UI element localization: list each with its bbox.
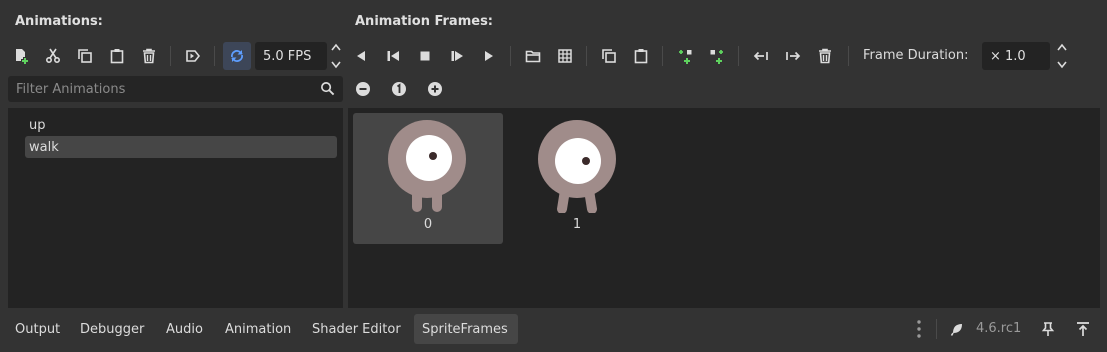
spriteframes-editor: Animations: Animation Frames: 5.0 FPS Fr…: [0, 0, 1107, 352]
chevron-down-icon[interactable]: [330, 60, 342, 70]
sprite-frame-0-thumbnail: [388, 120, 466, 212]
chevron-up-icon[interactable]: [330, 42, 342, 52]
autoplay-icon: [186, 50, 201, 62]
new-animation-button[interactable]: [8, 43, 34, 69]
tab-debugger[interactable]: Debugger: [72, 314, 152, 344]
zoom-in-button[interactable]: [422, 76, 448, 102]
delete-animation-button[interactable]: [136, 43, 162, 69]
zoom-reset-icon: [392, 82, 406, 96]
toolbar-separator: [510, 46, 511, 66]
play-from-current-icon: [451, 51, 463, 61]
paste-icon: [110, 49, 124, 64]
add-frame-from-file-button[interactable]: [520, 43, 546, 69]
play-backwards-from-end-button[interactable]: [348, 43, 374, 69]
copy-button[interactable]: [72, 43, 98, 69]
move-frame-right-button[interactable]: [780, 43, 806, 69]
frame-number-0: 0: [423, 217, 433, 232]
loop-toggle-button[interactable]: [223, 42, 251, 70]
play-icon: [485, 51, 493, 61]
trash-icon: [819, 48, 831, 64]
zoom-in-icon: [428, 82, 442, 96]
search-icon: [321, 82, 335, 96]
animations-heading: Animations:: [15, 14, 103, 29]
frame-item-1[interactable]: 1: [502, 113, 652, 244]
list-item-up[interactable]: up: [25, 114, 337, 136]
fps-spinner-arrows[interactable]: [329, 42, 343, 70]
frame-duration-field[interactable]: × 1.0: [982, 42, 1050, 70]
new-animation-icon: [16, 49, 28, 64]
arrow-right-icon: [786, 51, 801, 61]
toolbar-separator: [170, 46, 171, 66]
scissors-icon: [45, 48, 61, 64]
paste-frame-button[interactable]: [628, 43, 654, 69]
frame-item-0[interactable]: 0: [353, 113, 503, 244]
tab-audio[interactable]: Audio: [158, 314, 211, 344]
tab-animation[interactable]: Animation: [217, 314, 299, 344]
animation-list: up walk: [8, 108, 343, 308]
tab-spriteframes[interactable]: SpriteFrames: [414, 314, 518, 344]
play-button[interactable]: [476, 43, 502, 69]
toolbar-separator: [586, 46, 587, 66]
zoom-out-button[interactable]: [350, 76, 376, 102]
copy-icon: [602, 49, 616, 63]
add-from-sprite-sheet-button[interactable]: [552, 43, 578, 69]
bottom-panel-tabs: Output Debugger Audio Animation Shader E…: [0, 310, 1107, 352]
insert-empty-before-button[interactable]: [672, 43, 698, 69]
toolbar-separator: [848, 46, 849, 66]
copy-frame-button[interactable]: [596, 43, 622, 69]
frame-duration-label: Frame Duration:: [863, 48, 969, 63]
frame-number-1: 1: [572, 217, 582, 232]
expand-panel-icon[interactable]: [1075, 321, 1091, 337]
pin-icon[interactable]: [1040, 321, 1056, 337]
tab-shader-editor[interactable]: Shader Editor: [304, 314, 409, 344]
folder-icon: [525, 50, 541, 63]
chevron-down-icon[interactable]: [1056, 60, 1068, 70]
grid-icon: [558, 49, 572, 63]
fps-field[interactable]: 5.0 FPS: [255, 42, 327, 70]
filter-animations-input[interactable]: [16, 81, 306, 97]
chevron-up-icon[interactable]: [1056, 42, 1068, 52]
animation-frames-heading: Animation Frames:: [355, 14, 494, 29]
zoom-out-icon: [356, 82, 370, 96]
zoom-reset-button[interactable]: [386, 76, 412, 102]
toolbar-separator: [214, 46, 215, 66]
version-label: 4.6.rc1: [976, 321, 1022, 336]
arrow-left-icon: [753, 51, 768, 61]
toolbar-separator: [662, 46, 663, 66]
stop-button[interactable]: [412, 43, 438, 69]
update-notifier-icon[interactable]: [950, 321, 966, 337]
paste-icon: [634, 49, 648, 64]
insert-before-icon: [679, 50, 692, 64]
tab-output[interactable]: Output: [7, 314, 68, 344]
loop-icon: [231, 50, 243, 62]
move-frame-left-button[interactable]: [748, 43, 774, 69]
insert-empty-after-button[interactable]: [704, 43, 730, 69]
paste-button[interactable]: [104, 43, 130, 69]
autoplay-on-load-button[interactable]: [180, 43, 206, 69]
status-separator: [936, 319, 937, 339]
trash-icon: [143, 48, 155, 64]
play-from-current-button[interactable]: [444, 43, 470, 69]
filter-animations-field[interactable]: [8, 76, 343, 102]
toolbar-separator: [738, 46, 739, 66]
stop-icon: [420, 51, 430, 61]
play-backwards-button[interactable]: [380, 43, 406, 69]
cut-button[interactable]: [40, 43, 66, 69]
kebab-menu-icon[interactable]: [914, 319, 924, 339]
frame-list: 0 1: [348, 108, 1100, 308]
list-item-walk[interactable]: walk: [25, 136, 337, 158]
copy-icon: [78, 49, 92, 63]
play-backwards-icon: [357, 51, 365, 61]
play-backwards-from-current-icon: [387, 51, 399, 61]
delete-frame-button[interactable]: [812, 43, 838, 69]
insert-after-icon: [710, 50, 723, 64]
frame-duration-spinner-arrows[interactable]: [1055, 42, 1069, 70]
sprite-frame-1-thumbnail: [538, 120, 616, 213]
